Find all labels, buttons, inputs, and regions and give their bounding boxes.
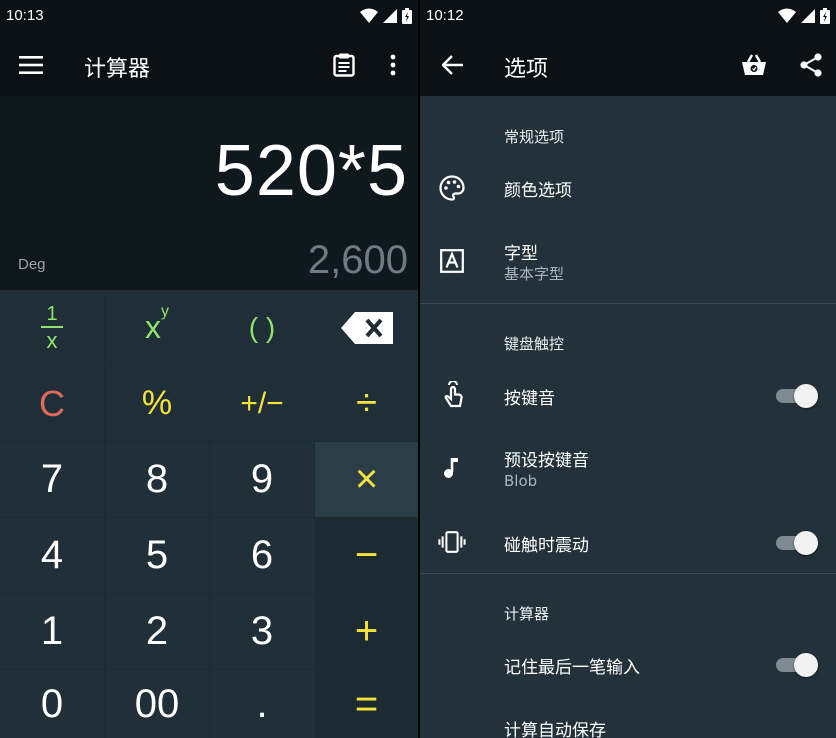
preset-key-sound-title: 预设按键音 [504, 451, 589, 471]
minus-button[interactable]: − [315, 518, 418, 593]
power-base: x [145, 309, 161, 345]
page-title: 选项 [504, 57, 549, 82]
touch-hand-icon [438, 381, 466, 409]
calculator-screen: 10:13 计算器 520*5 2,600 Deg 1 x x y () C … [0, 0, 418, 738]
wifi-icon [778, 8, 796, 23]
font-letter-a-icon [438, 247, 466, 275]
vibrate-toggle[interactable] [776, 531, 818, 555]
section-header-calculator: 计算器 [504, 605, 550, 623]
options-list: 常规选项 颜色选项 字型 基本字型 键盘触控 按键音 预设按键音 Blob 碰触… [420, 96, 836, 738]
color-options-title: 颜色选项 [504, 181, 572, 201]
digit-4-button[interactable]: 4 [0, 518, 104, 593]
parentheses-button[interactable]: ( ) [210, 290, 314, 365]
wifi-icon [360, 8, 378, 23]
font-subtitle: 基本字型 [504, 265, 565, 283]
digit-5-button[interactable]: 5 [105, 518, 209, 593]
back-arrow-icon[interactable] [438, 50, 468, 80]
status-icons [778, 8, 830, 24]
expression-text: 520*5 [214, 131, 408, 211]
keypad: 1 x x y ( ) C % +/− ÷ 7 8 9 × 4 5 6 − 1 … [0, 290, 418, 738]
font-title: 字型 [504, 244, 538, 264]
reciprocal-numerator: 1 [46, 302, 58, 325]
clear-button[interactable]: C [0, 366, 104, 441]
digit-0-button[interactable]: 0 [0, 670, 104, 738]
digit-8-button[interactable]: 8 [105, 442, 209, 517]
signal-icon [383, 9, 397, 23]
digit-1-button[interactable]: 1 [0, 594, 104, 669]
equals-button[interactable]: = [315, 670, 418, 738]
status-time: 10:13 [6, 7, 44, 24]
angle-mode-label[interactable]: Deg [18, 256, 46, 273]
plus-minus-button[interactable]: +/− [210, 366, 314, 441]
key-sound-toggle[interactable] [776, 384, 818, 408]
status-bar: 10:13 [0, 0, 418, 34]
section-header-general: 常规选项 [504, 128, 565, 146]
backspace-icon [340, 311, 393, 344]
options-toolbar: 选项 [420, 34, 836, 96]
reciprocal-button[interactable]: 1 x [0, 290, 104, 365]
preset-key-sound-subtitle: Blob [504, 472, 538, 490]
palette-icon [438, 174, 466, 202]
status-time: 10:12 [426, 7, 464, 24]
double-zero-button[interactable]: 00 [105, 670, 209, 738]
menu-icon[interactable] [14, 50, 48, 80]
music-note-icon [438, 454, 466, 482]
result-text: 2,600 [307, 238, 408, 282]
reciprocal-denominator: x [46, 327, 58, 353]
digit-6-button[interactable]: 6 [210, 518, 314, 593]
toggle-knob [794, 384, 818, 408]
battery-icon [820, 8, 830, 24]
history-clipboard-icon[interactable] [330, 50, 358, 80]
vibrate-title: 碰触时震动 [504, 536, 589, 556]
digit-9-button[interactable]: 9 [210, 442, 314, 517]
options-screen: 10:12 选项 常规选项 颜色选项 字型 基本字型 键盘触控 按键音 预设按键… [420, 0, 836, 738]
share-icon[interactable] [796, 49, 826, 81]
remember-input-toggle[interactable] [776, 653, 818, 677]
autosave-title: 计算自动保存 [504, 721, 606, 738]
multiply-button[interactable]: × [315, 442, 418, 517]
key-sound-title: 按键音 [504, 389, 555, 409]
divider [420, 303, 836, 304]
power-button[interactable]: x y [105, 290, 209, 365]
decimal-point-button[interactable]: . [210, 670, 314, 738]
digit-2-button[interactable]: 2 [105, 594, 209, 669]
toggle-knob [794, 653, 818, 677]
page-title: 计算器 [84, 57, 151, 82]
battery-icon [402, 8, 412, 24]
toggle-knob [794, 531, 818, 555]
digit-3-button[interactable]: 3 [210, 594, 314, 669]
remember-input-title: 记住最后一笔输入 [504, 658, 640, 678]
percent-button[interactable]: % [105, 366, 209, 441]
digit-7-button[interactable]: 7 [0, 442, 104, 517]
status-bar: 10:12 [420, 0, 836, 34]
calculator-toolbar: 计算器 [0, 34, 418, 96]
backspace-button[interactable] [315, 290, 418, 365]
signal-icon [801, 9, 815, 23]
status-icons [360, 8, 412, 24]
calculator-display: 520*5 2,600 Deg [0, 96, 418, 290]
section-header-keyboard: 键盘触控 [504, 335, 565, 353]
divide-button[interactable]: ÷ [315, 366, 418, 441]
power-exponent: y [161, 302, 169, 320]
more-options-icon[interactable] [382, 50, 404, 80]
divider [420, 573, 836, 574]
store-basket-icon[interactable] [738, 49, 770, 81]
plus-button[interactable]: + [315, 594, 418, 669]
vibrate-icon [438, 528, 466, 556]
